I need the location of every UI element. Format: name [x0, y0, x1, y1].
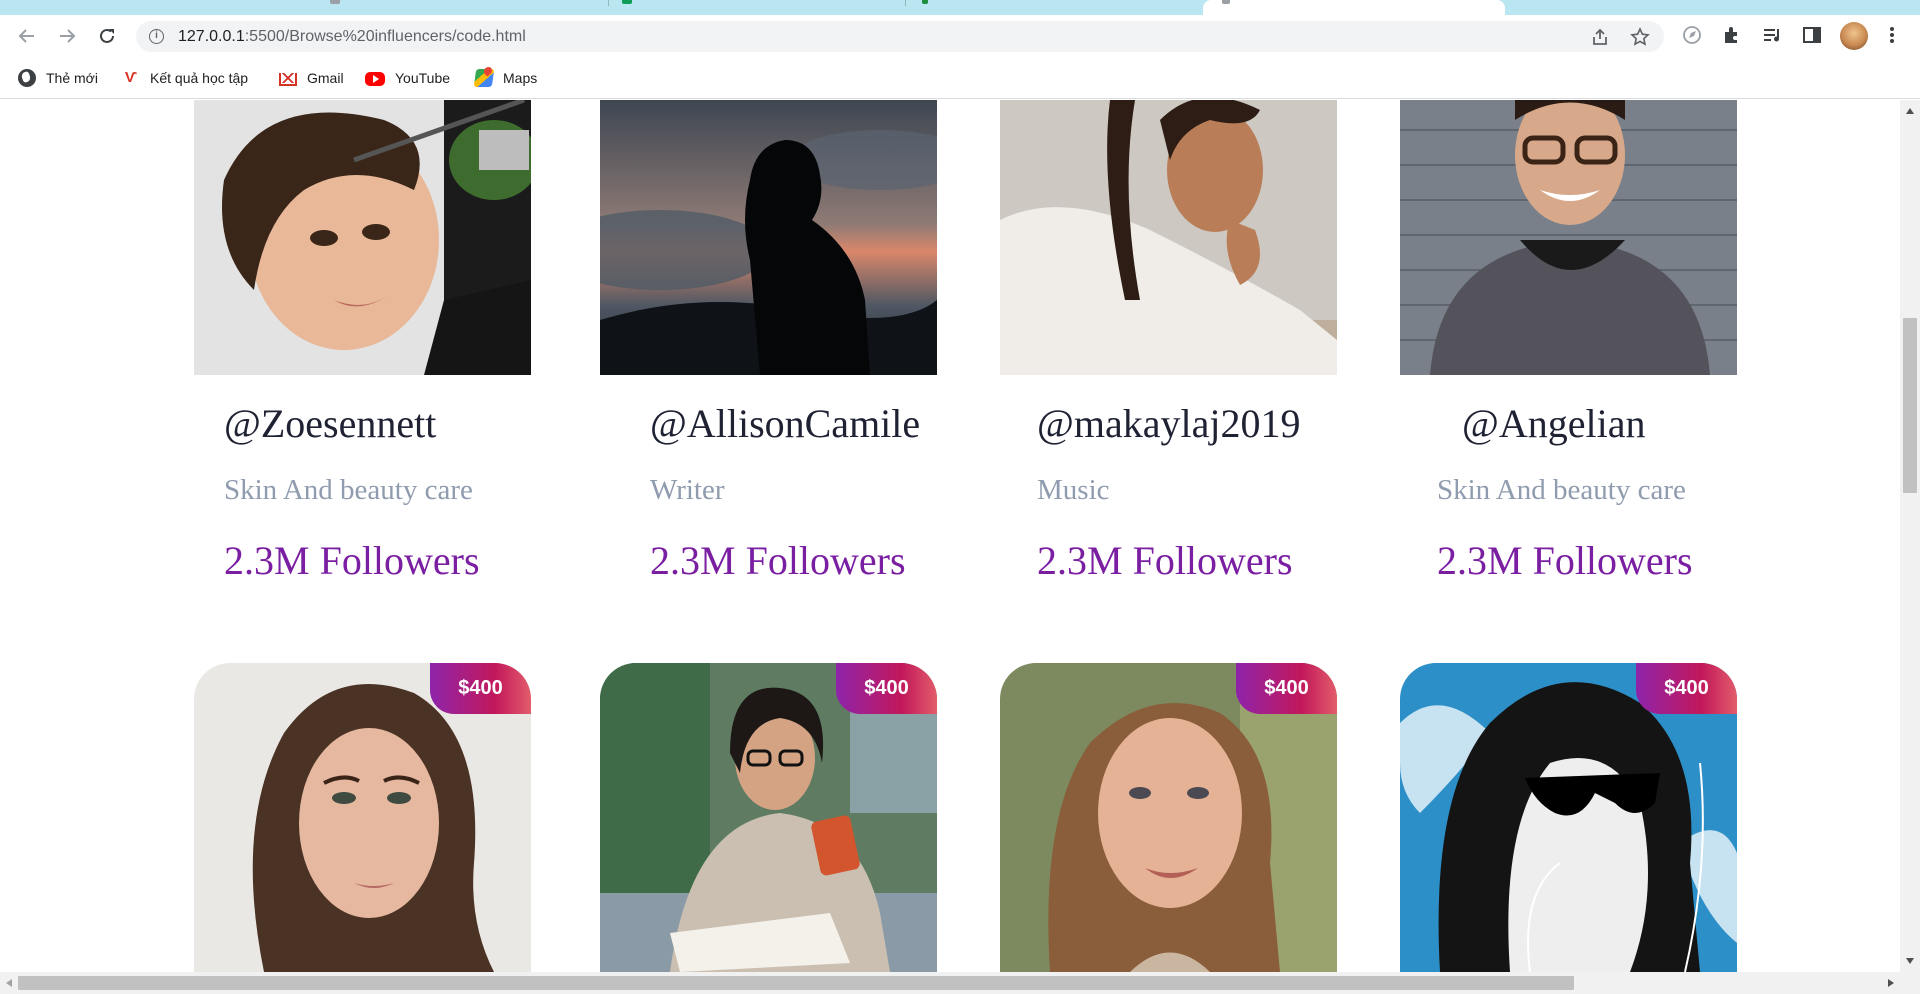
address-bar[interactable]: i 127.0.0.1:5500/Browse%20influencers/co… [136, 21, 1664, 52]
share-icon[interactable] [1590, 27, 1610, 47]
bookmark-youtube[interactable]: YouTube [365, 67, 450, 89]
bookmark-label: Kết quả học tập [150, 70, 249, 86]
vertical-scrollbar[interactable] [1900, 100, 1920, 972]
bookmarks-bar: Thẻ mới Ѵ Kết quả học tập Gmail YouTube … [0, 57, 1920, 99]
influencer-card[interactable]: $400 [1000, 100, 1337, 972]
profile-avatar[interactable] [1840, 22, 1868, 50]
influencer-card[interactable]: $400 [1400, 100, 1737, 972]
back-button[interactable] [12, 21, 42, 51]
bookmark-gmail[interactable]: Gmail [279, 67, 344, 89]
globe-icon [18, 69, 36, 87]
extensions-puzzle-icon[interactable] [1720, 24, 1744, 48]
influencer-card[interactable]: $400 [600, 100, 937, 972]
influencer-card[interactable]: $400 [194, 100, 531, 972]
bookmark-star-icon[interactable] [1630, 27, 1650, 47]
bookmark-maps[interactable]: Maps [473, 67, 538, 89]
tab-favicon [330, 0, 340, 4]
vnu-icon: Ѵ [124, 69, 138, 86]
vertical-scroll-thumb[interactable] [1903, 318, 1917, 493]
scroll-down-arrow-icon[interactable] [1906, 958, 1914, 964]
arrow-left-icon [18, 29, 34, 43]
price-badge: $400 [1636, 663, 1737, 714]
price-badge: $400 [836, 663, 937, 714]
scroll-left-arrow-icon[interactable] [6, 979, 12, 987]
compass-extension-icon[interactable] [1680, 24, 1704, 48]
address-url[interactable]: 127.0.0.1:5500/Browse%20influencers/code… [178, 28, 526, 46]
tab-1[interactable] [0, 0, 308, 15]
reload-icon [100, 28, 114, 43]
horizontal-scrollbar[interactable] [0, 972, 1920, 994]
bookmark-label: Maps [503, 70, 538, 86]
bookmark-label: Gmail [307, 70, 344, 86]
site-info-icon[interactable]: i [149, 29, 164, 44]
bookmark-label: YouTube [395, 70, 451, 86]
reload-button[interactable] [92, 21, 122, 51]
page-viewport: @Zoesennett Skin And beauty care 2.3M Fo… [0, 100, 1900, 972]
tab-strip [0, 0, 1920, 15]
forward-button[interactable] [52, 21, 82, 51]
scroll-right-arrow-icon[interactable] [1888, 979, 1894, 987]
scroll-up-arrow-icon[interactable] [1906, 108, 1914, 114]
arrow-right-icon [60, 29, 76, 43]
horizontal-scroll-thumb[interactable] [18, 976, 1574, 990]
url-host: 127.0.0.1 [178, 28, 245, 45]
browser-menu-icon[interactable] [1880, 24, 1904, 48]
maps-icon [473, 69, 495, 87]
bookmark-study-results[interactable]: Ѵ Kết quả học tập [122, 67, 248, 89]
bookmark-new-tab[interactable]: Thẻ mới [18, 67, 98, 89]
gmail-icon [279, 73, 297, 86]
tab-active[interactable] [1203, 0, 1505, 15]
side-panel-icon[interactable] [1800, 24, 1824, 48]
url-path: :5500/Browse%20influencers/code.html [244, 28, 526, 45]
bookmark-label: Thẻ mới [46, 70, 98, 86]
price-badge: $400 [430, 663, 531, 714]
media-control-icon[interactable] [1760, 24, 1784, 48]
price-badge: $400 [1236, 663, 1337, 714]
browser-toolbar: i 127.0.0.1:5500/Browse%20influencers/co… [0, 15, 1920, 57]
sheets-favicon [622, 0, 632, 4]
youtube-icon [365, 72, 385, 86]
active-tab-favicon [1222, 0, 1230, 4]
tab-favicon-green [922, 0, 928, 4]
